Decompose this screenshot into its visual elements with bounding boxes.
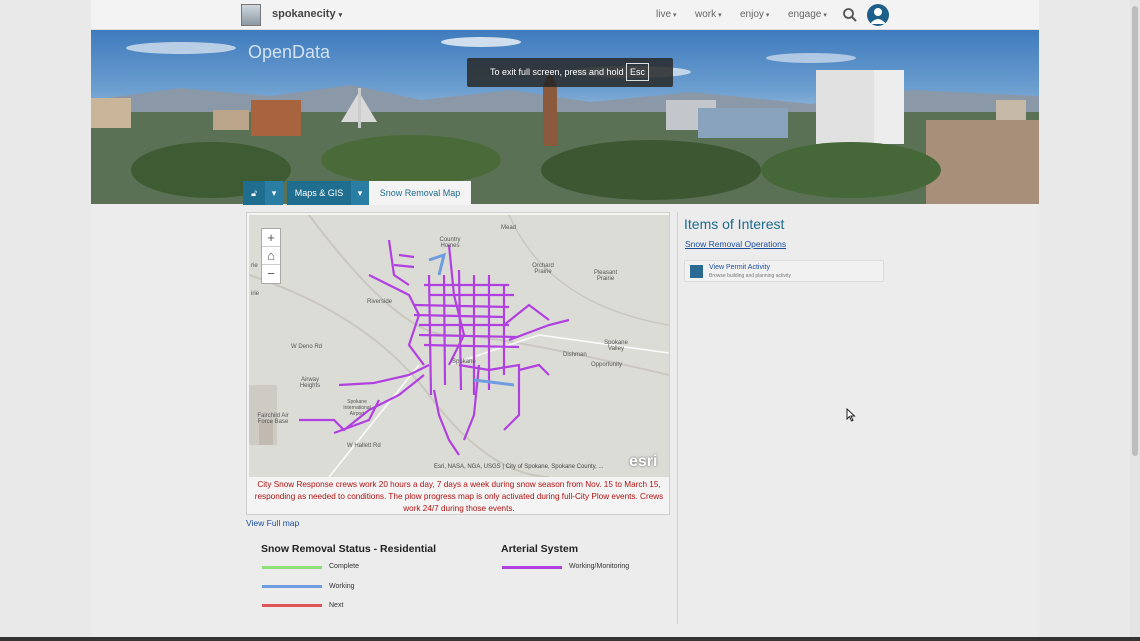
- map-label: Pleasant Prairie: [593, 270, 618, 282]
- view-permit-activity-card[interactable]: View Permit Activity Browse building and…: [684, 260, 884, 282]
- map-label: Airway Heights: [299, 377, 321, 389]
- scrollbar-thumb[interactable]: [1132, 6, 1138, 456]
- map-label: rie: [251, 263, 258, 269]
- opendata-title: OpenData: [248, 42, 331, 62]
- legend-label-next: Next: [329, 602, 344, 609]
- legend-swatch-working: [262, 585, 322, 588]
- legend-label-working: Working: [329, 583, 355, 590]
- map-view[interactable]: + ⌂ − Mead Country Homes Orchard Prairie…: [249, 215, 669, 477]
- breadcrumb-home-dropdown[interactable]: ▾: [265, 181, 283, 205]
- nav-work[interactable]: work ▾: [695, 9, 722, 20]
- map-label: Spokane: [452, 359, 476, 365]
- legend-swatch-complete: [262, 566, 322, 569]
- zoom-out-button[interactable]: −: [262, 265, 280, 283]
- breadcrumb-item-current: Snow Removal Map: [369, 181, 471, 205]
- map-label: irie: [251, 291, 260, 297]
- chevron-down-icon: ▾: [718, 12, 722, 19]
- toast-key: Esc: [626, 63, 650, 81]
- map-home-button[interactable]: ⌂: [262, 247, 280, 265]
- map-label: W Hallett Rd: [347, 443, 381, 449]
- breadcrumb-maps-label: Maps & GIS: [294, 188, 344, 198]
- breadcrumb-home[interactable]: 🔓︎: [243, 181, 265, 205]
- legend-label-complete: Complete: [329, 563, 359, 570]
- chevron-down-icon: ▾: [673, 12, 677, 19]
- nav-enjoy-label: enjoy: [740, 9, 764, 20]
- permit-icon: [690, 265, 703, 278]
- nav-live-label: live: [656, 9, 672, 20]
- zoom-in-button[interactable]: +: [262, 229, 280, 247]
- map-label: Spokane Valley: [604, 340, 628, 352]
- column-divider: [677, 212, 678, 624]
- residential-legend-title: Snow Removal Status - Residential: [261, 543, 437, 555]
- skyline-photo: [91, 37, 1039, 204]
- permit-title: View Permit Activity: [709, 264, 770, 271]
- map-label: Country Homes: [439, 237, 461, 249]
- map-label: W Deno Rd: [291, 344, 323, 350]
- city-logo-icon[interactable]: [241, 4, 261, 26]
- bottom-edge: [0, 637, 1140, 641]
- brand-menu[interactable]: spokanecity ▾: [272, 8, 342, 20]
- legend-swatch-next: [262, 604, 322, 607]
- breadcrumb-current-label: Snow Removal Map: [379, 188, 461, 198]
- map-zoom-controls: + ⌂ −: [261, 228, 281, 284]
- nav-engage[interactable]: engage ▾: [788, 9, 827, 20]
- permit-subtitle: Browse building and planning activity: [709, 273, 791, 279]
- chevron-down-icon: ▾: [823, 12, 827, 19]
- map-label: Opportunity: [591, 362, 623, 368]
- map-label: Fairchild Air Force Base: [257, 413, 289, 425]
- legend-label-working-monitoring: Working/Monitoring: [569, 563, 630, 570]
- map-caption: City Snow Response crews work 20 hours a…: [254, 480, 664, 513]
- chevron-down-icon: ▾: [765, 12, 770, 19]
- nav-live[interactable]: live ▾: [656, 9, 677, 20]
- nav-work-label: work: [695, 9, 717, 20]
- map-attribution: Esri, NASA, NGA, USGS | City of Spokane,…: [434, 464, 604, 470]
- snow-removal-map-panel: + ⌂ − Mead Country Homes Orchard Prairie…: [246, 212, 670, 515]
- page: spokanecity ▾ live ▾ work ▾ enjoy ▾ engage ▾: [91, 0, 1039, 641]
- home-icon: ⌂: [267, 248, 275, 263]
- brand-label: spokanecity: [272, 8, 336, 20]
- esri-logo: esri: [629, 453, 658, 470]
- arterial-legend-title: Arterial System: [501, 543, 579, 555]
- breadcrumb-maps-dropdown[interactable]: ▾: [351, 181, 369, 205]
- toast-text: To exit full screen, press and hold: [490, 67, 624, 77]
- map-label: Dishman: [563, 352, 587, 358]
- user-avatar-icon[interactable]: [867, 4, 889, 26]
- map-label: Mead: [501, 225, 517, 231]
- chevron-down-icon: ▾: [338, 12, 343, 19]
- mouse-cursor-icon: [846, 408, 856, 422]
- fullscreen-toast: To exit full screen, press and hold Esc: [467, 58, 673, 87]
- scrollbar[interactable]: [1130, 0, 1140, 641]
- hero-banner: OpenData To exit full screen, press and …: [91, 30, 1039, 204]
- map-label: Riverside: [367, 299, 393, 305]
- search-icon[interactable]: [842, 7, 858, 23]
- map-label: Spokane International Airport: [343, 399, 371, 417]
- chevron-down-icon: ▾: [357, 188, 363, 198]
- nav-enjoy[interactable]: enjoy ▾: [740, 9, 769, 20]
- chevron-down-icon: ▾: [271, 188, 277, 198]
- legend-swatch-working-monitoring: [502, 566, 562, 569]
- nav-engage-label: engage: [788, 9, 822, 20]
- snow-removal-operations-link[interactable]: Snow Removal Operations: [685, 239, 786, 249]
- view-full-map-link[interactable]: View Full map: [246, 518, 299, 528]
- home-lock-icon: 🔓︎: [251, 188, 257, 198]
- breadcrumb-item-maps[interactable]: Maps & GIS: [287, 181, 351, 205]
- map-label: Orchard Prairie: [532, 263, 554, 275]
- top-navigation-bar: spokanecity ▾ live ▾ work ▾ enjoy ▾ engage ▾: [91, 0, 1039, 30]
- items-of-interest-title: Items of Interest: [684, 216, 785, 232]
